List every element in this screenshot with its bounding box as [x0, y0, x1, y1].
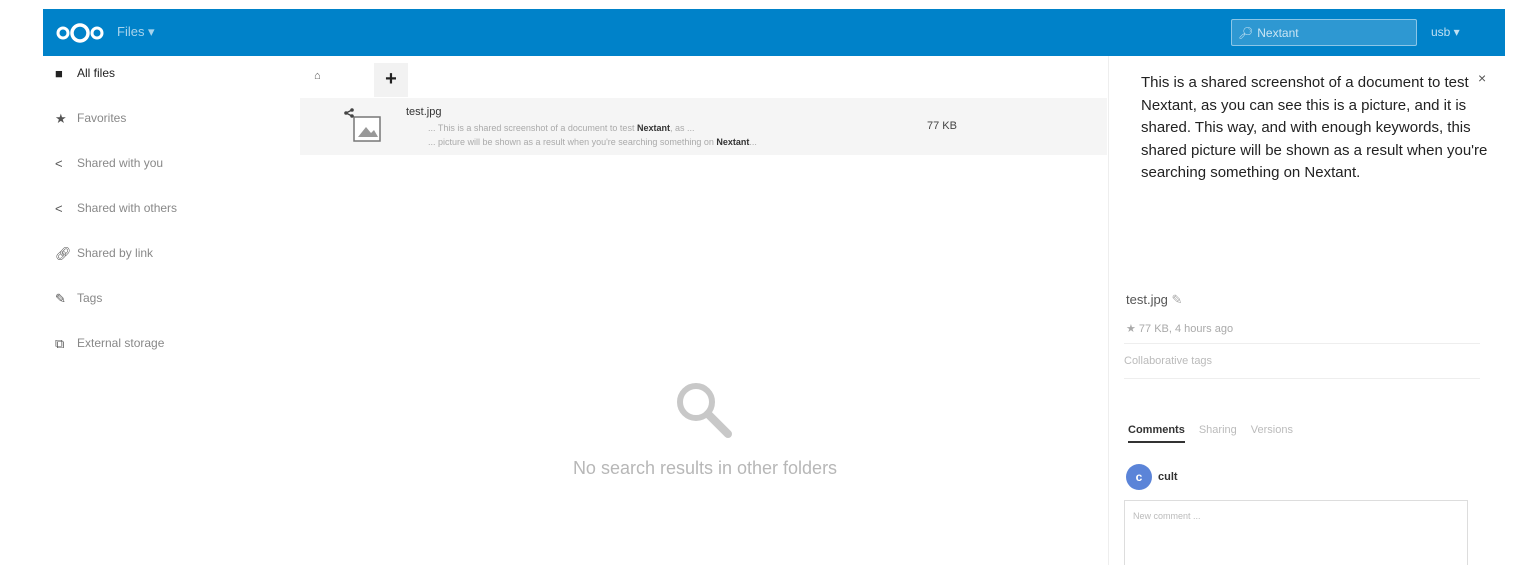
sidebar-item-external-storage[interactable]: ⧉ External storage — [55, 336, 275, 381]
share-icon: < — [55, 201, 63, 216]
tab-comments[interactable]: Comments — [1128, 424, 1185, 443]
sidebar-item-shared-with-others[interactable]: < Shared with others — [55, 201, 275, 246]
sidebar-item-shared-by-link[interactable]: 🔗︎ Shared by link — [55, 246, 275, 291]
tags-input[interactable]: Collaborative tags — [1124, 343, 1480, 379]
home-icon[interactable]: ⌂ — [314, 70, 321, 82]
new-button[interactable]: + — [374, 63, 408, 97]
details-file-name: test.jpg ✎ — [1126, 292, 1182, 308]
close-icon[interactable]: × — [1478, 70, 1486, 86]
details-file-meta: ★ 77 KB, 4 hours ago — [1126, 323, 1234, 335]
details-file-name-text: test.jpg — [1126, 292, 1168, 307]
tab-versions[interactable]: Versions — [1251, 424, 1293, 443]
search-value: Nextant — [1257, 26, 1299, 40]
link-icon: 🔗︎ — [55, 246, 72, 261]
excerpt-text: ... picture will be shown as a result wh… — [428, 137, 717, 147]
excerpt-match: Nextant — [716, 137, 750, 147]
sidebar-item-tags[interactable]: ✎ Tags — [55, 291, 275, 336]
sidebar-item-label: All files — [77, 66, 116, 80]
comment-author: cult — [1158, 471, 1178, 483]
external-icon: ⧉ — [55, 336, 65, 351]
sidebar-nav: ■ All files ★ Favorites < Shared with yo… — [55, 66, 275, 381]
excerpt-text: , as ... — [669, 123, 695, 133]
app-menu[interactable]: Files ▾ — [117, 24, 155, 40]
search-result-row[interactable]: test.jpg ... This is a shared screenshot… — [300, 98, 1107, 155]
sidebar-item-label: Shared with others — [77, 201, 178, 215]
comment-input[interactable]: New comment ... — [1124, 500, 1468, 565]
sidebar-item-favorites[interactable]: ★ Favorites — [55, 111, 275, 156]
search-input[interactable]: 🔎︎ Nextant — [1231, 19, 1417, 46]
image-file-icon — [344, 108, 381, 142]
share-icon: < — [55, 156, 63, 171]
rename-icon[interactable]: ✎ — [1172, 292, 1183, 307]
top-header-bar: Files ▾ 🔎︎ Nextant usb ▾ — [43, 9, 1505, 56]
nextcloud-logo-icon[interactable] — [55, 23, 105, 43]
folder-icon: ■ — [55, 66, 63, 81]
sidebar-item-shared-with-you[interactable]: < Shared with you — [55, 156, 275, 201]
search-icon: 🔎︎ — [1238, 26, 1254, 40]
sidebar-item-all-files[interactable]: ■ All files — [55, 66, 275, 111]
star-icon: ★ — [55, 111, 67, 126]
avatar: c — [1126, 464, 1152, 490]
file-size: 77 KB — [927, 120, 957, 132]
result-excerpt: ... picture will be shown as a result wh… — [428, 137, 757, 147]
sidebar-item-label: Shared with you — [77, 156, 164, 170]
tab-sharing[interactable]: Sharing — [1199, 424, 1237, 443]
empty-message: No search results in other folders — [572, 458, 838, 478]
sidebar-item-label: External storage — [77, 336, 165, 350]
file-description: This is a shared screenshot of a documen… — [1141, 74, 1488, 181]
file-name[interactable]: test.jpg — [406, 106, 441, 118]
user-menu[interactable]: usb ▾ — [1431, 25, 1460, 39]
sidebar-item-label: Shared by link — [77, 246, 154, 260]
sidebar-item-label: Tags — [77, 291, 103, 305]
result-excerpt: ... This is a shared screenshot of a doc… — [428, 123, 694, 133]
divider — [1108, 56, 1109, 565]
details-tabs: Comments Sharing Versions — [1128, 424, 1293, 443]
excerpt-text: ... This is a shared screenshot of a doc… — [428, 123, 637, 133]
excerpt-match: Nextant — [636, 123, 670, 133]
excerpt-text: ... — [749, 137, 757, 147]
sidebar-item-label: Favorites — [77, 111, 127, 125]
search-icon — [677, 383, 732, 438]
tag-icon: ✎ — [55, 291, 66, 306]
